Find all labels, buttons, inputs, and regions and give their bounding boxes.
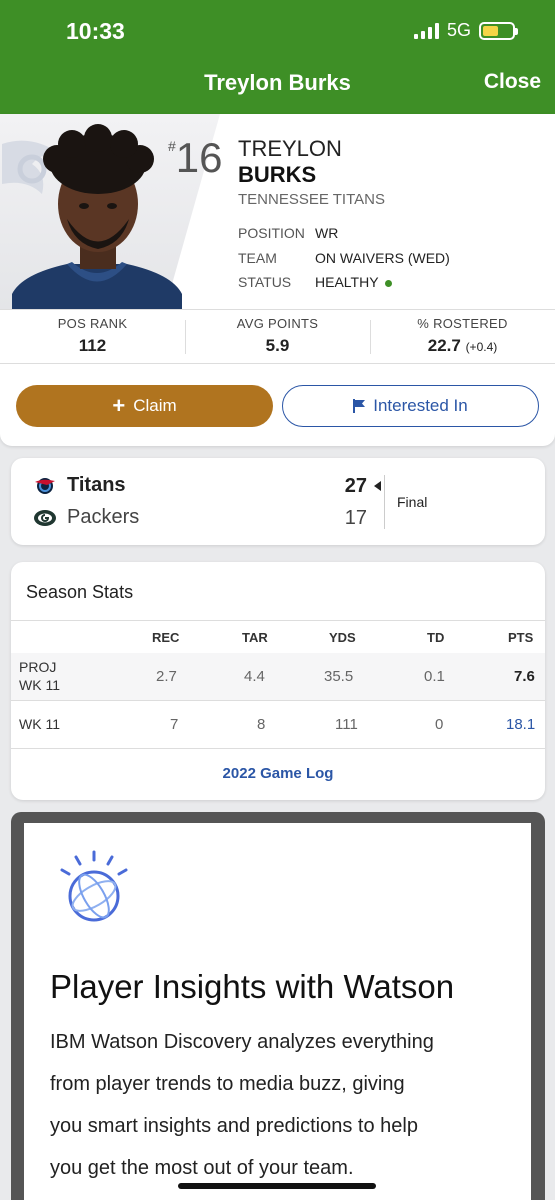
signal-icon [413, 22, 439, 39]
titans-logo-icon [35, 477, 55, 494]
packers-score: 17 [344, 507, 367, 529]
watson-description: IBM Watson Discovery analyzes everything… [50, 1031, 434, 1179]
player-team: TENNESSEE TITANS [238, 191, 385, 208]
stat-pos-rank: POS RANK 112 [57, 316, 128, 355]
info-status: STATUS HEALTHY [238, 274, 392, 290]
table-row: WK 11 7 8 111 0 18.1 [11, 701, 545, 749]
col-td: TD [427, 630, 445, 645]
network-label: 5G [446, 20, 471, 40]
page-title: Treylon Burks [204, 70, 351, 95]
stats-table-header: REC TAR YDS TD PTS [11, 620, 545, 654]
stat-rostered: % ROSTERED 22.7 (+0.4) [370, 310, 555, 363]
col-rec: REC [152, 630, 180, 645]
team-row-packers: Packers [33, 506, 337, 529]
col-yds: YDS [329, 630, 356, 645]
player-stats-summary: POS RANK 112 AVG POINTS 5.9 % ROSTERED 2… [0, 309, 555, 364]
stat-avg-points: AVG POINTS 5.9 [185, 310, 370, 363]
status-icons: 5G [413, 20, 518, 41]
col-pts: PTS [508, 630, 534, 645]
battery-icon [479, 21, 518, 40]
game-divider [384, 475, 385, 529]
watson-title: Player Insights with Watson [50, 968, 455, 1005]
status-time: 10:33 [66, 18, 125, 44]
game-score-card[interactable]: Titans 27 Packers 17 Final [11, 458, 545, 545]
plus-icon: + [112, 393, 126, 418]
winner-arrow-icon [374, 481, 381, 491]
col-tar: TAR [242, 630, 268, 645]
player-last-name: BURKS [238, 162, 317, 187]
watson-promo-frame: Player Insights with Watson IBM Watson D… [11, 812, 545, 1200]
home-indicator[interactable] [178, 1183, 376, 1189]
player-first-name: TREYLON [238, 136, 342, 161]
game-status: Final [397, 494, 428, 510]
table-row: PROJ WK 11 2.7 4.4 35.5 0.1 7.6 [11, 653, 545, 701]
team-row-titans: Titans [33, 474, 337, 497]
watson-promo-card[interactable]: Player Insights with Watson IBM Watson D… [24, 823, 531, 1200]
jersey-number: #16 [168, 134, 223, 181]
watson-logo-icon [60, 850, 128, 922]
player-card: #16 TREYLON BURKS TENNESSEE TITANS POSIT… [0, 114, 555, 446]
titans-score: 27 [344, 475, 367, 497]
info-team: TEAM ON WAIVERS (WED) [238, 250, 450, 266]
status-dot-icon [384, 279, 392, 287]
info-position: POSITION WR [238, 225, 339, 241]
packers-logo-icon [34, 509, 56, 526]
game-log-link[interactable]: 2022 Game Log [11, 765, 545, 782]
player-headshot [12, 124, 182, 309]
close-button[interactable]: Close [484, 70, 541, 94]
claim-button[interactable]: + Claim [16, 385, 273, 427]
season-stats-title: Season Stats [26, 582, 134, 602]
top-header: 10:33 5G Treylon Burks Close [0, 0, 555, 114]
flag-icon [353, 399, 366, 413]
season-stats-card: Season Stats REC TAR YDS TD PTS PROJ WK … [11, 562, 545, 800]
interested-in-button[interactable]: Interested In [282, 385, 539, 427]
